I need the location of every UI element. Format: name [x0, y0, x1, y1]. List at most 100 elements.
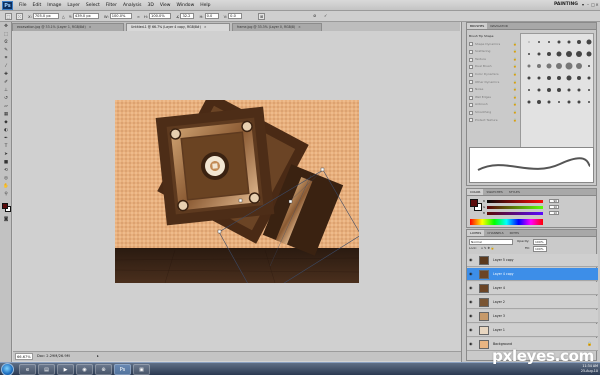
lock-icon[interactable]: ▫ ✎ ✥ 🔒 [481, 246, 495, 251]
tab-styles[interactable]: Styles [506, 189, 523, 195]
color-swatches[interactable] [1, 202, 11, 212]
brush-setting-item[interactable]: Noise 🔒 [469, 86, 517, 94]
visibility-eye-icon[interactable]: ◉ [469, 286, 474, 290]
quick-select-tool-icon[interactable]: ✎ [2, 47, 10, 54]
system-tray-clock[interactable]: 11:34 AM 25-Aug-10 [581, 364, 598, 374]
brush-preset[interactable] [524, 49, 533, 58]
brush-tool-icon[interactable]: ✐ [2, 79, 10, 86]
green-value-field[interactable]: 10 [549, 205, 559, 209]
tab-brushes[interactable]: Brushes [467, 23, 488, 29]
brush-preset[interactable] [584, 37, 593, 46]
brush-preset[interactable] [534, 73, 543, 82]
shape-tool-icon[interactable]: ■ [2, 159, 10, 166]
pen-tool-icon[interactable]: ✒ [2, 135, 10, 142]
brush-preset[interactable] [574, 85, 583, 94]
menu-edit[interactable]: Edit [30, 3, 45, 8]
menu-help[interactable]: Help [197, 3, 213, 8]
brush-preset[interactable] [534, 85, 543, 94]
quick-mask-icon[interactable]: ◙ [2, 216, 10, 223]
red-slider[interactable] [487, 200, 543, 203]
tab-paths[interactable]: Paths [507, 230, 522, 236]
crop-tool-icon[interactable]: ⌗ [2, 55, 10, 62]
vskew-field[interactable]: 0.0 [228, 13, 243, 19]
layer-row[interactable]: ◉ Layer 2 [467, 296, 598, 309]
brush-preset[interactable] [524, 61, 533, 70]
visibility-eye-icon[interactable]: ◉ [469, 328, 474, 332]
visibility-eye-icon[interactable]: ◉ [469, 258, 474, 262]
visibility-eye-icon[interactable]: ◉ [469, 314, 474, 318]
close-icon[interactable]: × [298, 25, 301, 29]
brush-preset[interactable] [584, 97, 593, 106]
blend-mode-select[interactable]: Normal [469, 239, 513, 245]
tab-layers[interactable]: Layers [467, 230, 485, 236]
tab-untitled-1[interactable]: Untitled-1 @ 66.7% (Layer 4 copy, RGB/8#… [126, 23, 230, 31]
3d-rotate-tool-icon[interactable]: ⟲ [2, 167, 10, 174]
brush-preset[interactable] [544, 85, 553, 94]
canvas-area[interactable] [13, 31, 461, 351]
brush-setting-item[interactable]: Dual Brush 🔒 [469, 63, 517, 71]
angle-field[interactable]: 32.2 [180, 13, 195, 19]
clone-stamp-tool-icon[interactable]: ⊥ [2, 87, 10, 94]
tab-navigator[interactable]: Navigator [487, 23, 510, 29]
menu-file[interactable]: File [16, 3, 30, 8]
brush-preset[interactable] [564, 85, 573, 94]
transform-icon[interactable]: ⬚ [5, 12, 12, 20]
height-field[interactable]: 100.0% [149, 13, 172, 19]
explorer-window-icon[interactable]: ▣ [133, 364, 150, 375]
commit-transform-icon[interactable]: ✓ [322, 13, 329, 20]
brush-setting-item[interactable]: Scattering 🔒 [469, 48, 517, 56]
brush-preset[interactable] [584, 85, 593, 94]
workspace-switcher[interactable]: PAINTING [554, 2, 578, 7]
start-button-icon[interactable] [1, 363, 14, 375]
cancel-transform-icon[interactable]: ⊘ [311, 13, 318, 20]
brush-preset[interactable] [544, 37, 553, 46]
brush-preset[interactable] [574, 49, 583, 58]
tab-color[interactable]: Color [467, 189, 484, 195]
foreground-color-swatch[interactable] [470, 199, 478, 207]
brush-preset[interactable] [564, 61, 573, 70]
blur-tool-icon[interactable]: ◆ [2, 119, 10, 126]
brush-setting-item[interactable]: Texture 🔒 [469, 56, 517, 64]
zoom-field[interactable]: 66.67% [15, 353, 33, 360]
tab-swatches[interactable]: Swatches [483, 189, 505, 195]
delta-icon[interactable]: △ [62, 14, 65, 19]
eyedropper-tool-icon[interactable]: ⁄ [2, 63, 10, 70]
ie-icon[interactable]: e [19, 364, 36, 375]
link-icon[interactable]: ∞ [137, 14, 140, 19]
layer-row[interactable]: ◉ Layer 3 [467, 310, 598, 323]
brush-preset[interactable] [524, 85, 533, 94]
layer-row[interactable]: ◉ Layer 4 [467, 282, 598, 295]
brush-preset[interactable] [574, 97, 583, 106]
menu-analysis[interactable]: Analysis [120, 3, 145, 8]
close-icon[interactable]: × [89, 25, 92, 29]
brush-setting-item[interactable]: Airbrush 🔒 [469, 101, 517, 109]
brush-preset[interactable] [574, 61, 583, 70]
layer-row[interactable]: ◉ Layer 4 copy [467, 268, 598, 281]
tab-frame[interactable]: frame.jpg @ 33.3% (Layer 0, RGB/8) × [232, 23, 322, 31]
visibility-eye-icon[interactable]: ◉ [469, 272, 474, 276]
menu-view[interactable]: View [157, 3, 174, 8]
hskew-field[interactable]: 0.0 [204, 13, 219, 19]
menu-window[interactable]: Window [174, 3, 198, 8]
brush-preset[interactable] [564, 97, 573, 106]
layer-row[interactable]: ◉ Layer 1 [467, 324, 598, 337]
menu-layer[interactable]: Layer [64, 3, 83, 8]
history-brush-tool-icon[interactable]: ↺ [2, 95, 10, 102]
brush-preset[interactable] [574, 37, 583, 46]
width-field[interactable]: 100.0% [109, 13, 132, 19]
brush-preset[interactable] [534, 37, 543, 46]
chevron-right-icon[interactable]: ▸ [97, 352, 99, 361]
brush-setting-item[interactable]: Brush Tip Shape [469, 33, 517, 41]
document-canvas[interactable] [115, 100, 359, 283]
menu-3d[interactable]: 3D [144, 3, 156, 8]
fill-field[interactable]: 100% [533, 246, 547, 252]
close-icon[interactable]: × [595, 2, 599, 7]
opacity-field[interactable]: 100% [533, 239, 547, 245]
photoshop-taskbar-icon[interactable]: Ps [114, 364, 131, 375]
brush-preset[interactable] [564, 73, 573, 82]
visibility-eye-icon[interactable]: ◉ [469, 300, 474, 304]
color-spectrum-bar[interactable] [470, 219, 543, 225]
menu-select[interactable]: Select [83, 3, 103, 8]
path-select-tool-icon[interactable]: ➤ [2, 151, 10, 158]
brush-preset[interactable] [584, 49, 593, 58]
